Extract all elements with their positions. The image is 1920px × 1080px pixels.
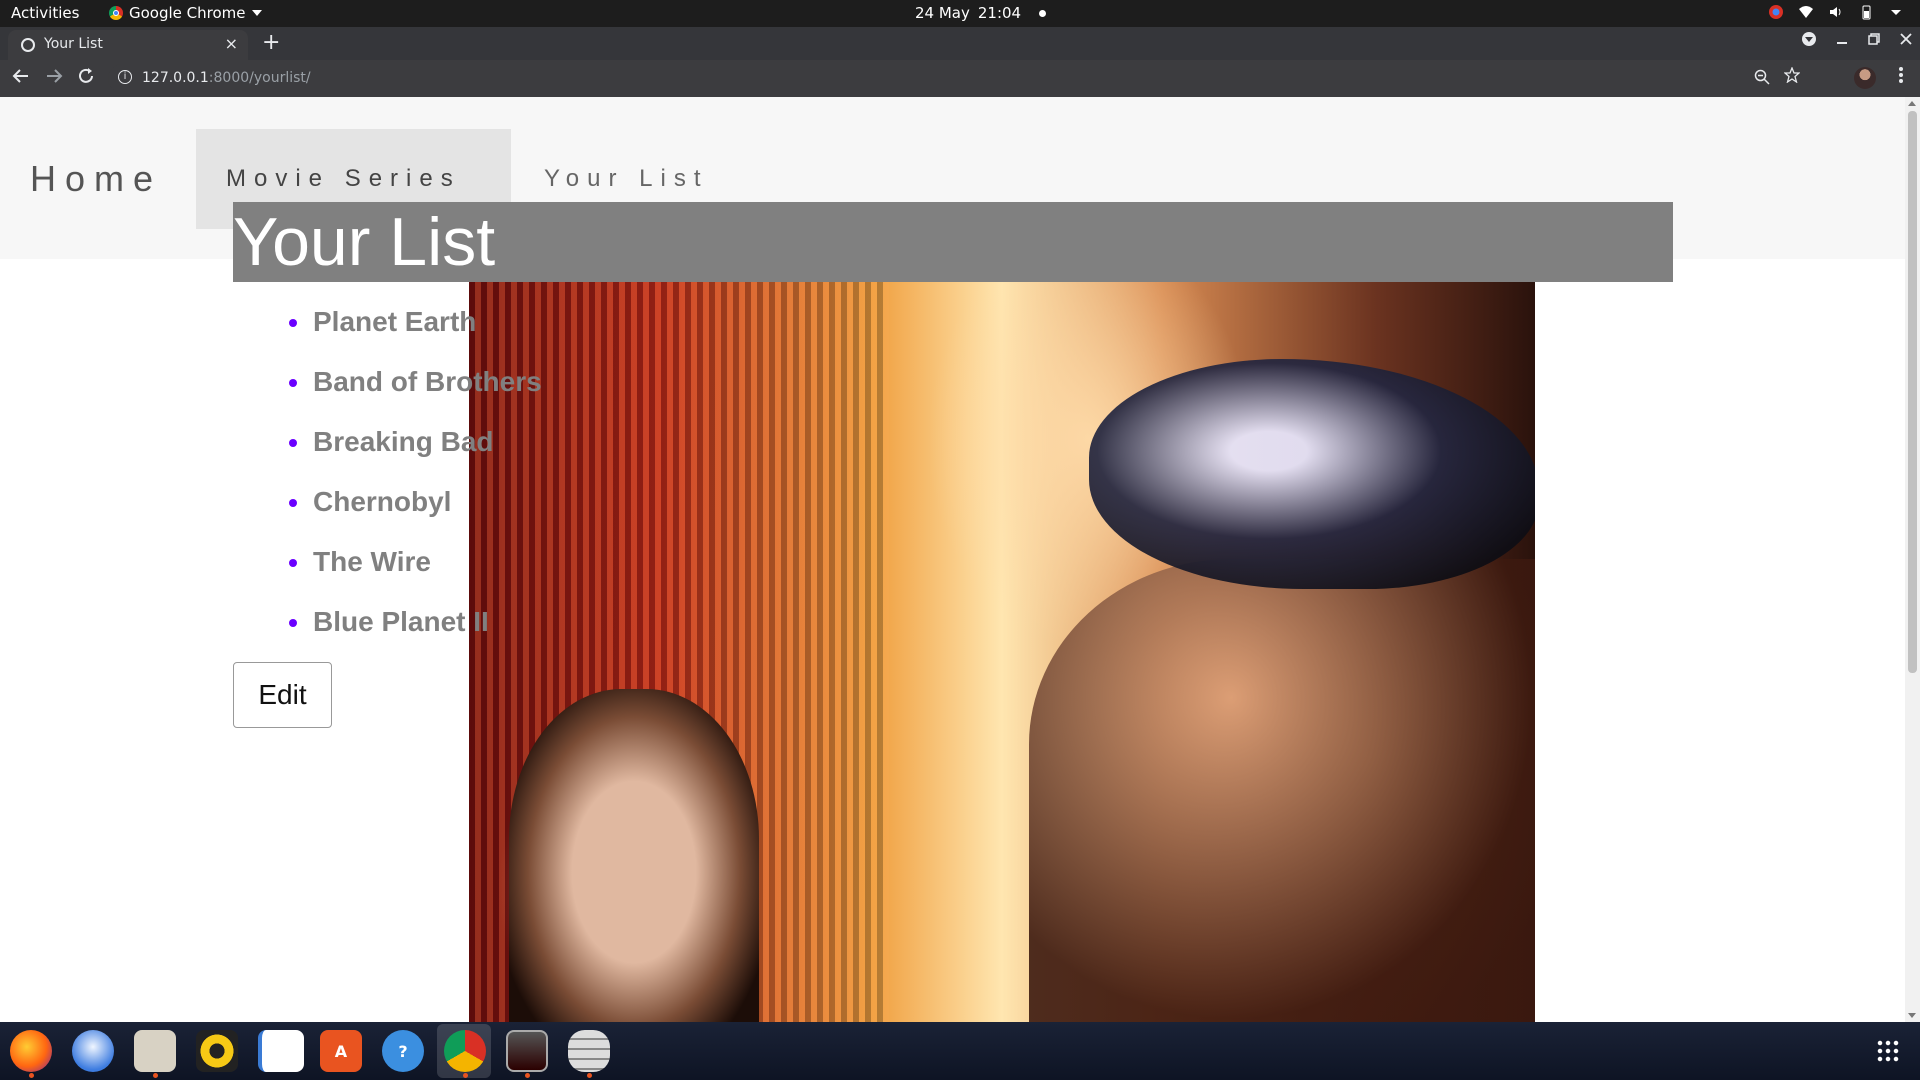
clock-date: 24 May <box>915 4 970 22</box>
system-tray[interactable] <box>1768 4 1904 20</box>
address-bar[interactable]: i 127.0.0.1:8000/yourlist/ <box>108 64 1800 93</box>
url-text[interactable]: 127.0.0.1:8000/yourlist/ <box>142 70 311 86</box>
firefox-icon[interactable] <box>10 1030 52 1072</box>
list-item: Band of Brothers <box>233 360 542 420</box>
close-window-icon[interactable] <box>1900 33 1912 45</box>
running-indicator <box>463 1073 468 1078</box>
man-face <box>1029 559 1535 1022</box>
tab-your-list[interactable]: Your List × <box>8 30 248 60</box>
globe-icon <box>21 38 35 52</box>
list-item: Chernobyl <box>233 480 542 540</box>
edit-button[interactable]: Edit <box>233 662 332 728</box>
tab-search-icon[interactable] <box>1802 32 1816 46</box>
terminal-icon[interactable] <box>506 1030 548 1072</box>
battery-icon <box>1862 5 1871 20</box>
system-top-bar: Activities Google Chrome 24 May 21:04 <box>0 0 1920 27</box>
scrollbar-thumb[interactable] <box>1908 111 1917 673</box>
list-item: The Wire <box>233 540 542 600</box>
software-icon[interactable]: A <box>320 1030 362 1072</box>
files-icon[interactable] <box>134 1030 176 1072</box>
background-poster-image <box>469 259 1535 1022</box>
reload-icon[interactable] <box>77 67 95 85</box>
chevron-down-icon <box>251 10 262 16</box>
page-scrollbar[interactable] <box>1905 97 1920 1022</box>
url-path: :8000/yourlist/ <box>208 70 311 86</box>
more-menu-icon[interactable] <box>1898 66 1904 84</box>
app-menu-label: Google Chrome <box>129 4 246 22</box>
clock-time: 21:04 <box>977 4 1022 22</box>
scroll-up-icon[interactable] <box>1908 101 1916 106</box>
clock[interactable]: 24 May 21:04 <box>915 4 1047 22</box>
chrome-icon <box>109 6 123 20</box>
nav-home-link[interactable]: Home <box>0 129 192 229</box>
chevron-down-icon <box>1891 10 1901 15</box>
url-host: 127.0.0.1 <box>142 70 209 86</box>
rhythmbox-icon[interactable] <box>196 1030 238 1072</box>
forward-icon[interactable] <box>45 67 63 85</box>
running-indicator <box>153 1073 158 1078</box>
wifi-icon <box>1799 6 1813 18</box>
thunderbird-icon[interactable] <box>72 1030 114 1072</box>
running-indicator <box>29 1073 34 1078</box>
running-indicator <box>525 1073 530 1078</box>
window-controls <box>1802 32 1912 46</box>
scroll-down-icon[interactable] <box>1908 1013 1916 1018</box>
profile-avatar[interactable] <box>1854 67 1876 89</box>
girl-face <box>509 689 759 1022</box>
volume-icon <box>1830 7 1841 17</box>
restore-icon[interactable] <box>1868 33 1880 45</box>
app-menu[interactable]: Google Chrome <box>109 4 262 22</box>
bookmark-star-icon[interactable] <box>1784 67 1800 83</box>
chrome-icon[interactable] <box>444 1030 486 1072</box>
browser-toolbar: i 127.0.0.1:8000/yourlist/ <box>0 60 1920 97</box>
help-icon[interactable]: ? <box>382 1030 424 1072</box>
close-tab-icon[interactable]: × <box>225 34 238 53</box>
disks-icon[interactable] <box>568 1030 610 1072</box>
list-item: Blue Planet II <box>233 600 542 660</box>
taskbar-dock: A ? <box>0 1022 1920 1080</box>
info-icon[interactable]: i <box>118 70 132 84</box>
sunglasses <box>1089 359 1535 589</box>
zoom-icon[interactable] <box>1754 69 1770 85</box>
tab-strip: Your List × + <box>0 27 1920 60</box>
back-icon[interactable] <box>12 67 30 85</box>
show-applications-icon[interactable] <box>1876 1039 1900 1063</box>
series-list: Planet Earth Band of Brothers Breaking B… <box>233 300 542 660</box>
list-item: Breaking Bad <box>233 420 542 480</box>
writer-icon[interactable] <box>258 1030 304 1072</box>
list-item: Planet Earth <box>233 300 542 360</box>
chrome-remote-icon <box>1769 5 1783 19</box>
notification-dot-icon <box>1039 9 1047 17</box>
activities-button[interactable]: Activities <box>11 4 79 22</box>
page-title: Your List <box>233 202 1673 282</box>
new-tab-button[interactable]: + <box>262 30 280 55</box>
tab-title: Your List <box>44 36 103 52</box>
running-indicator <box>587 1073 592 1078</box>
minimize-icon[interactable] <box>1836 33 1848 45</box>
